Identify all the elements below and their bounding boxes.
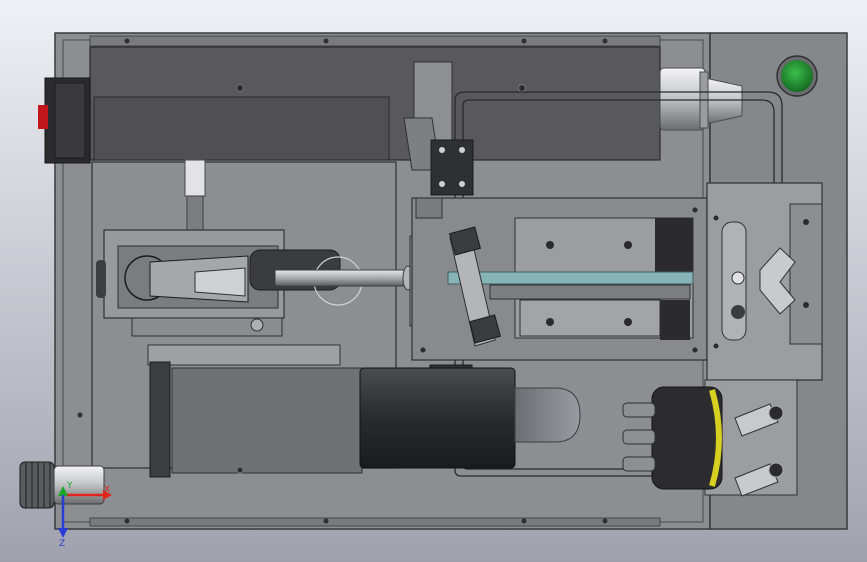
carriage-slide-block [519,299,661,337]
triad-x-label: X [104,485,110,495]
sensor-probe-stem [186,195,204,231]
carriage-mechanism[interactable] [411,197,708,361]
motor-can [359,367,516,469]
top-panel-screw [518,84,526,92]
valve-manifold[interactable] [706,182,823,381]
carriage-dark-slot-lower [660,300,690,340]
pump-port-middle [622,429,656,445]
pump-port-lower [622,456,656,472]
bracket-block [430,139,474,196]
bracket-foot [415,197,443,219]
carriage-rail [447,271,694,285]
motor-gearbox [171,367,363,474]
triad-y-label: Y [66,481,73,491]
connector-knurled-nut [19,461,55,509]
clamp-adjust-knob [250,318,264,332]
clamp-taper-insert [194,267,246,297]
indicator-lamp [781,60,813,92]
motor-side-bracket [149,361,171,478]
housing-bottom-flange [89,517,661,527]
manifold-lower-knob [731,305,745,319]
top-panel-screw [236,84,244,92]
manifold-pivot [731,271,745,285]
connector-body [53,465,105,505]
clamp-left-cap [96,260,106,298]
pump-body [651,386,723,490]
sensor-probe[interactable] [184,159,206,197]
motor-screw [236,466,244,474]
pump-fitting-upper [768,405,784,421]
motor-end-bell [514,387,581,443]
top-electronics-panel[interactable] [89,46,661,161]
power-switch[interactable] [38,77,91,164]
fitting-body [659,67,706,131]
status-indicator-light[interactable] [776,55,818,97]
pump-port-upper [622,402,656,418]
motor-mount-plate [147,344,341,366]
cad-viewport[interactable]: X Y Z [0,0,867,562]
carriage-dark-slot [655,218,693,274]
housing-top-flange [89,35,661,47]
fitting-nozzle [704,77,743,125]
top-panel-lower-board [93,96,390,161]
switch-bezel [54,82,86,159]
carriage-rail-lower [489,284,691,300]
triad-z-label: Z [59,539,65,549]
pump-fitting-lower [768,462,784,478]
switch-toggle [38,105,48,129]
